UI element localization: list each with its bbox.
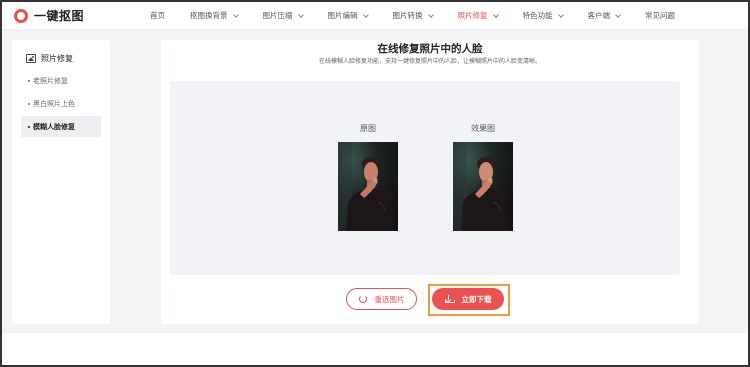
brand-name: 一键抠图	[34, 9, 85, 23]
main-content: 在线修复照片中的人脸 在线模糊人脸修复功能，支持一键修复照片中的人脸，让模糊照片…	[161, 40, 699, 324]
nav-item-features[interactable]: 特色功能	[522, 2, 564, 30]
preview-panel: 原图 效果图	[170, 81, 680, 275]
chevron-down-icon	[362, 11, 369, 18]
download-button[interactable]: 立即下载	[432, 288, 504, 310]
refresh-icon	[358, 295, 367, 303]
download-icon	[444, 295, 455, 303]
nav-label: 常见问题	[645, 11, 675, 20]
nav-label: 图片转换	[392, 11, 423, 20]
footer-area	[2, 333, 748, 365]
chevron-down-icon	[232, 11, 239, 18]
nav-item-edit[interactable]: 图片编辑	[327, 2, 369, 30]
sidebar-item-old-photo-repair[interactable]: 老照片修复	[21, 70, 101, 91]
nav-item-convert[interactable]: 图片转换	[392, 2, 434, 30]
reselect-label: 重选图片	[374, 294, 405, 304]
nav-label: 图片压缩	[262, 11, 293, 20]
chevron-down-icon	[297, 11, 304, 18]
sidebar-item-label: 模糊人脸修复	[33, 122, 75, 131]
chevron-down-icon	[427, 11, 434, 18]
nav-item-faq[interactable]: 常见问题	[645, 2, 675, 30]
brand-logo[interactable]: 一键抠图	[14, 7, 136, 24]
portrait-illustration	[453, 142, 513, 231]
reselect-image-button[interactable]: 重选图片	[346, 288, 417, 310]
nav-item-photo-repair[interactable]: 照片修复	[457, 2, 499, 30]
portrait-illustration	[338, 142, 398, 231]
chevron-down-icon	[557, 11, 564, 18]
nav-item-client[interactable]: 客户端	[588, 2, 621, 30]
bullet-icon	[28, 79, 30, 82]
page-title: 在线修复照片中的人脸	[377, 43, 483, 55]
nav-item-home[interactable]: 首页	[150, 2, 165, 30]
nav-label: 抠图换背景	[190, 11, 228, 20]
page-subtitle: 在线模糊人脸修复功能，支持一键修复照片中的人脸，让模糊照片中的人脸变清晰。	[318, 58, 541, 65]
nav-label: 特色功能	[522, 11, 553, 20]
top-header: 一键抠图 首页 抠图换背景 图片压缩 图片编辑 图片转换 照片修复 特色功能 客…	[2, 2, 748, 30]
download-label: 立即下载	[461, 294, 492, 304]
nav-label: 首页	[150, 11, 165, 20]
result-image	[453, 142, 513, 231]
bullet-icon	[28, 102, 30, 105]
sidebar-header: 照片修复	[12, 40, 110, 66]
original-label: 原图	[360, 124, 376, 133]
nav-label: 照片修复	[457, 11, 488, 20]
sidebar: 照片修复 老照片修复 黑白照片上色 模糊人脸修复	[12, 40, 110, 324]
chevron-down-icon	[492, 11, 499, 18]
sidebar-item-label: 黑白照片上色	[33, 99, 75, 108]
sidebar-item-label: 老照片修复	[33, 76, 68, 85]
result-label: 效果图	[471, 124, 495, 133]
sidebar-item-face-repair[interactable]: 模糊人脸修复	[21, 116, 101, 137]
nav-item-compress[interactable]: 图片压缩	[262, 2, 304, 30]
main-nav: 首页 抠图换背景 图片压缩 图片编辑 图片转换 照片修复 特色功能 客户端 常见…	[136, 2, 675, 30]
original-image	[338, 142, 398, 231]
nav-label: 客户端	[587, 11, 611, 20]
image-icon	[26, 54, 36, 63]
nav-label: 图片编辑	[327, 11, 358, 20]
sidebar-title: 照片修复	[41, 54, 73, 63]
chevron-down-icon	[615, 11, 621, 18]
nav-item-cutout[interactable]: 抠图换背景	[190, 2, 239, 30]
logo-icon	[14, 8, 28, 23]
sidebar-item-colorize[interactable]: 黑白照片上色	[21, 93, 101, 114]
bullet-icon	[28, 125, 30, 128]
